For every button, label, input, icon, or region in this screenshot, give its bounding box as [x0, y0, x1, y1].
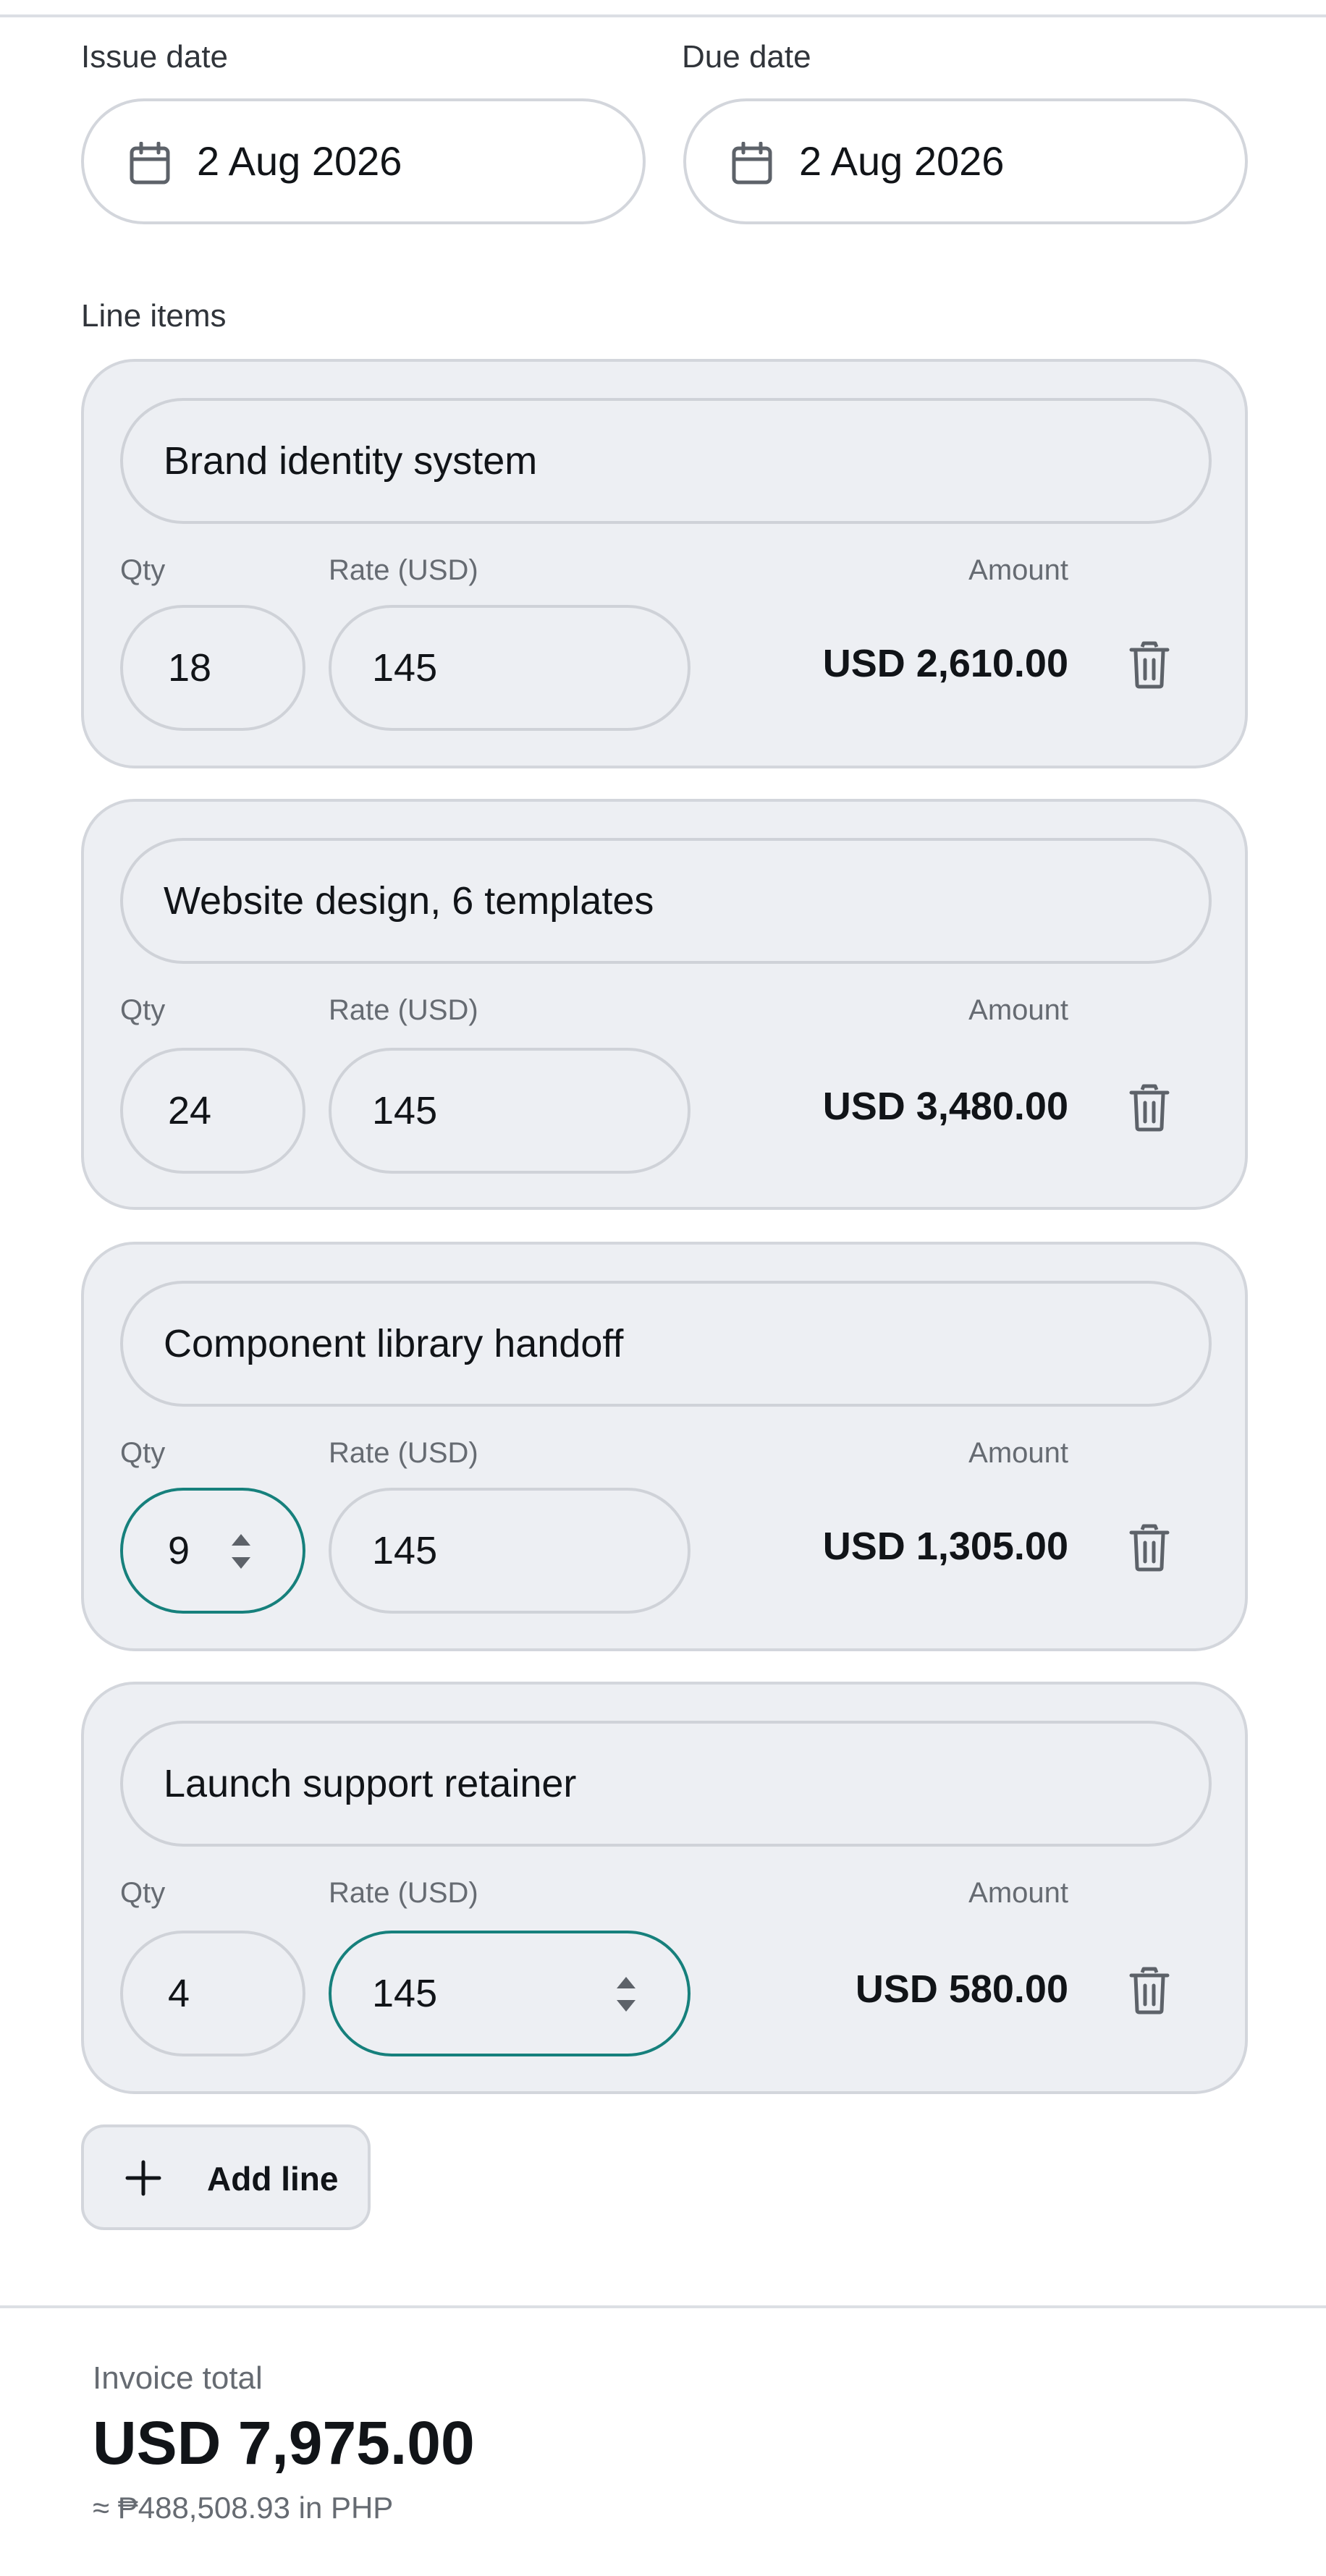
line-item-card: Component library handoff Qty Rate (USD)… — [81, 1242, 1248, 1651]
description-value: Component library handoff — [164, 1322, 624, 1365]
description-value: Website design, 6 templates — [164, 879, 654, 923]
issue-date-field[interactable]: 2 Aug 2026 — [81, 98, 646, 224]
amount-label: Amount — [968, 1877, 1068, 1909]
line-item-card: Brand identity system Qty Rate (USD) Amo… — [81, 359, 1248, 768]
issue-date-value: 2 Aug 2026 — [197, 138, 402, 184]
stepper-arrows-icon[interactable] — [614, 1973, 638, 2016]
qty-label: Qty — [120, 1877, 166, 1909]
line-item-card: Launch support retainer Qty Rate (USD) A… — [81, 1682, 1248, 2094]
qty-input[interactable]: 24 — [120, 1048, 305, 1174]
rate-input[interactable]: 145 — [329, 1488, 691, 1614]
qty-label: Qty — [120, 1437, 166, 1469]
qty-value: 18 — [168, 646, 212, 690]
line-amount: USD 1,305.00 — [822, 1525, 1068, 1568]
amount-label: Amount — [968, 994, 1068, 1026]
rate-label: Rate (USD) — [329, 1437, 478, 1469]
rate-label: Rate (USD) — [329, 994, 478, 1026]
trash-icon[interactable] — [1129, 1524, 1170, 1572]
description-input[interactable]: Website design, 6 templates — [120, 838, 1212, 964]
amount-label: Amount — [968, 554, 1068, 586]
stepper-arrows-icon[interactable] — [229, 1530, 253, 1573]
description-input[interactable]: Launch support retainer — [120, 1721, 1212, 1847]
calendar-icon — [732, 142, 772, 185]
description-value: Brand identity system — [164, 439, 538, 483]
issue-date-label: Issue date — [81, 39, 229, 75]
rate-value: 145 — [372, 646, 438, 690]
qty-value: 4 — [168, 1972, 190, 2015]
top-divider — [0, 14, 1326, 17]
totals-divider — [0, 2305, 1326, 2308]
qty-input[interactable]: 9 — [120, 1488, 305, 1614]
qty-input[interactable]: 18 — [120, 605, 305, 731]
line-amount: USD 3,480.00 — [822, 1085, 1068, 1128]
qty-value: 9 — [168, 1529, 190, 1572]
calendar-icon — [130, 142, 170, 185]
rate-label: Rate (USD) — [329, 1877, 478, 1909]
due-date-field[interactable]: 2 Aug 2026 — [683, 98, 1248, 224]
plus-icon — [125, 2160, 161, 2196]
qty-value: 24 — [168, 1089, 212, 1132]
trash-icon[interactable] — [1129, 641, 1170, 689]
add-line-button[interactable]: Add line — [81, 2124, 371, 2230]
rate-value: 145 — [372, 1529, 438, 1572]
line-items-label: Line items — [81, 298, 227, 334]
trash-icon[interactable] — [1129, 1967, 1170, 2014]
rate-label: Rate (USD) — [329, 554, 478, 586]
trash-icon[interactable] — [1129, 1084, 1170, 1132]
invoice-total-label: Invoice total — [93, 2360, 263, 2396]
description-input[interactable]: Brand identity system — [120, 398, 1212, 524]
rate-value: 145 — [372, 1972, 438, 2015]
rate-input[interactable]: 145 — [329, 1048, 691, 1174]
rate-input[interactable]: 145 — [329, 1931, 691, 2056]
invoice-total-value: USD 7,975.00 — [93, 2409, 475, 2477]
qty-input[interactable]: 4 — [120, 1931, 305, 2056]
rate-value: 145 — [372, 1089, 438, 1132]
line-amount: USD 580.00 — [855, 1967, 1068, 2011]
line-item-card: Website design, 6 templates Qty Rate (US… — [81, 799, 1248, 1210]
due-date-label: Due date — [682, 39, 811, 75]
due-date-value: 2 Aug 2026 — [799, 138, 1005, 184]
qty-label: Qty — [120, 554, 166, 586]
rate-input[interactable]: 145 — [329, 605, 691, 731]
converted-total: ≈ ₱488,508.93 in PHP — [93, 2491, 394, 2525]
description-value: Launch support retainer — [164, 1762, 577, 1805]
description-input[interactable]: Component library handoff — [120, 1281, 1212, 1407]
add-line-label: Add line — [207, 2160, 339, 2198]
line-amount: USD 2,610.00 — [822, 642, 1068, 685]
qty-label: Qty — [120, 994, 166, 1026]
amount-label: Amount — [968, 1437, 1068, 1469]
